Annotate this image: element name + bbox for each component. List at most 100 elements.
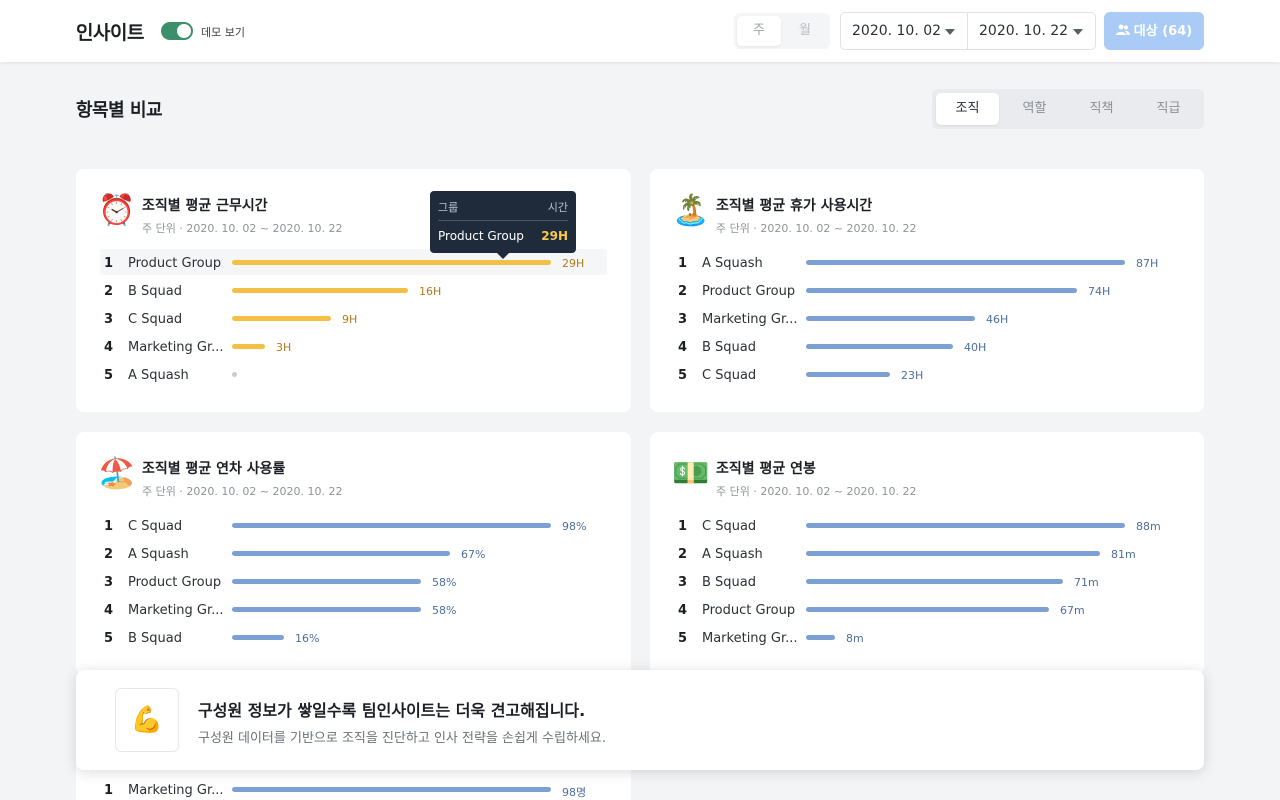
value-label: 46H	[986, 313, 1009, 326]
tab-grade[interactable]: 직급	[1137, 93, 1200, 125]
group-name: B Squad	[702, 575, 757, 590]
rank-number: 4	[104, 340, 114, 355]
info-banner: 💪 구성원 정보가 쌓일수록 팀인사이트는 더욱 견고해집니다. 구성원 데이터…	[76, 670, 1204, 770]
value-bar	[232, 316, 331, 321]
ranking-row[interactable]: 5 C Squad 23H	[674, 361, 1181, 387]
group-name: B Squad	[702, 340, 757, 355]
value-label: 81m	[1111, 548, 1136, 561]
card-subtitle: 주 단위 · 2020. 10. 02 ~ 2020. 10. 22	[142, 485, 343, 498]
card-title: 조직별 평균 근무시간	[142, 198, 268, 214]
rank-number: 5	[678, 368, 688, 383]
target-button[interactable]: 대상 (64)	[1104, 12, 1204, 50]
group-name: A Squash	[702, 547, 763, 562]
value-bar	[232, 288, 408, 293]
group-name: Marketing Gr...	[128, 783, 224, 798]
target-button-label: 대상 (64)	[1133, 24, 1193, 39]
section-title: 항목별 비교	[76, 100, 163, 121]
value-bar	[232, 260, 551, 265]
tooltip-value: 29H	[541, 229, 568, 243]
value-bar	[806, 607, 1049, 612]
value-label: 16H	[419, 285, 442, 298]
value-label: 88m	[1136, 520, 1161, 533]
beach-icon: 🏖️	[98, 456, 136, 491]
island-icon: 🏝️	[672, 193, 710, 228]
value-bar	[232, 579, 421, 584]
group-name: C Squad	[128, 312, 183, 327]
alarm-clock-icon: ⏰	[98, 193, 136, 228]
chevron-down-icon	[1073, 29, 1083, 35]
value-bar	[806, 344, 953, 349]
ranking-row[interactable]: 4 Marketing Gr... 58%	[100, 596, 607, 622]
value-bar	[806, 523, 1125, 528]
group-name: C Squad	[702, 519, 757, 534]
value-bar	[232, 523, 551, 528]
card-subtitle: 주 단위 · 2020. 10. 02 ~ 2020. 10. 22	[716, 485, 917, 498]
group-name: Product Group	[702, 603, 796, 618]
brand-title: 인사이트	[76, 22, 144, 44]
ranking-row[interactable]: 5 A Squash	[100, 361, 607, 387]
value-label: 74H	[1088, 285, 1111, 298]
tab-role[interactable]: 역할	[1003, 93, 1066, 125]
value-label: 98%	[562, 520, 587, 533]
ranking-row[interactable]: 5 Marketing Gr... 8m	[674, 624, 1181, 650]
period-month[interactable]: 월	[783, 16, 827, 46]
date-end-value: 2020. 10. 22	[979, 23, 1069, 39]
rank-number: 1	[104, 256, 114, 271]
value-label: 58%	[432, 604, 457, 617]
date-end-select[interactable]: 2020. 10. 22	[967, 12, 1096, 50]
rank-number: 5	[678, 631, 688, 646]
value-label: 23H	[901, 369, 924, 382]
money-icon: 💵	[672, 456, 710, 491]
value-bar	[806, 260, 1125, 265]
ranking-row[interactable]: 4 Product Group 67m	[674, 596, 1181, 622]
tab-position[interactable]: 직책	[1070, 93, 1133, 125]
card-subtitle: 주 단위 · 2020. 10. 02 ~ 2020. 10. 22	[716, 222, 917, 235]
ranking-row[interactable]: 2 B Squad 16H	[100, 277, 607, 303]
users-icon	[1115, 12, 1130, 50]
ranking-row[interactable]: 2 A Squash 81m	[674, 540, 1181, 566]
ranking-row[interactable]: 1 A Squash 87H	[674, 249, 1181, 275]
group-name: C Squad	[702, 368, 757, 383]
period-switch: 주 월	[734, 13, 830, 49]
value-bar	[806, 551, 1100, 556]
ranking-row[interactable]: 2 A Squash 67%	[100, 540, 607, 566]
value-bar	[232, 635, 284, 640]
tab-organization[interactable]: 조직	[936, 93, 999, 125]
value-label: 87H	[1136, 257, 1159, 270]
ranking-row[interactable]: 4 B Squad 40H	[674, 333, 1181, 359]
ranking-row[interactable]: 5 B Squad 16%	[100, 624, 607, 650]
empty-value-dot	[232, 372, 237, 377]
ranking-row[interactable]: 3 Product Group 58%	[100, 568, 607, 594]
value-label: 58%	[432, 576, 457, 589]
ranking-row[interactable]: 1 C Squad 88m	[674, 512, 1181, 538]
card-title: 조직별 평균 휴가 사용시간	[716, 198, 873, 214]
ranking-row[interactable]: 1 C Squad 98%	[100, 512, 607, 538]
value-label: 71m	[1074, 576, 1099, 589]
period-week[interactable]: 주	[737, 16, 781, 46]
card-title: 조직별 평균 연봉	[716, 461, 816, 477]
date-start-select[interactable]: 2020. 10. 02	[840, 12, 968, 50]
ranking-row[interactable]: 3 C Squad 9H	[100, 305, 607, 331]
group-name: A Squash	[128, 547, 189, 562]
rank-number: 3	[104, 312, 114, 327]
value-bar	[806, 288, 1077, 293]
value-label: 16%	[295, 632, 320, 645]
value-bar	[232, 551, 450, 556]
rank-number: 1	[104, 783, 114, 798]
value-bar	[806, 372, 890, 377]
ranking-row[interactable]: 2 Product Group 74H	[674, 277, 1181, 303]
card-avg-leave-rate: 🏖️ 조직별 평균 연차 사용률 주 단위 · 2020. 10. 02 ~ 2…	[76, 432, 631, 675]
chevron-down-icon	[945, 29, 955, 35]
demo-toggle[interactable]	[161, 22, 193, 40]
ranking-row[interactable]: 3 Marketing Gr... 46H	[674, 305, 1181, 331]
date-start-value: 2020. 10. 02	[852, 23, 942, 39]
ranking-row[interactable]: 4 Marketing Gr... 3H	[100, 333, 607, 359]
value-bar	[806, 635, 835, 640]
tooltip-arrow	[497, 253, 509, 259]
group-name: Marketing Gr...	[128, 340, 224, 355]
tooltip-divider	[438, 220, 568, 221]
rank-number: 4	[678, 340, 688, 355]
value-label: 8m	[846, 632, 864, 645]
ranking-row[interactable]: 1 Marketing Gr... 98명	[100, 776, 607, 800]
ranking-row[interactable]: 3 B Squad 71m	[674, 568, 1181, 594]
